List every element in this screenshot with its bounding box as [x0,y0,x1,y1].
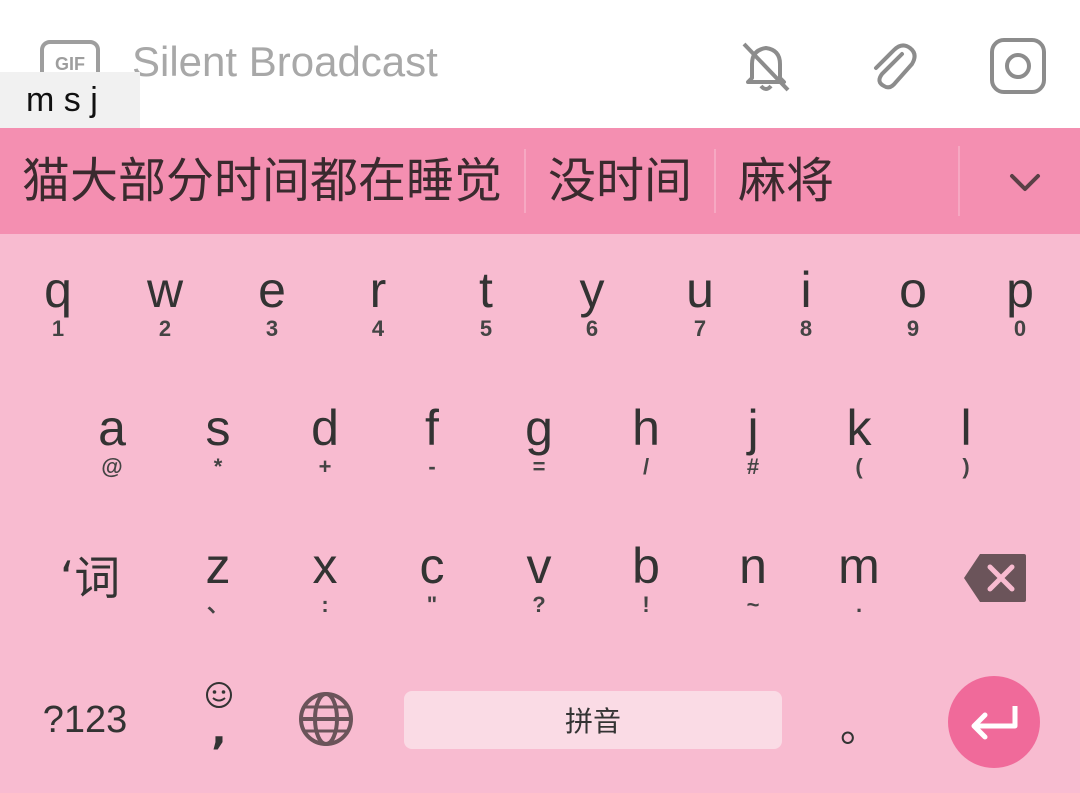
key-h[interactable]: h / [614,400,678,478]
key-l[interactable]: l) [934,400,998,478]
symbols-key[interactable]: ?123 [30,696,140,744]
bell-off-icon[interactable] [736,36,796,96]
key-n[interactable]: n ~ [721,538,785,616]
compose-bar: GIF Silent Broadcast m s j [0,0,1080,128]
key-b[interactable]: b! [614,538,678,616]
word-key[interactable]: ‘词 [40,550,140,606]
backspace-icon[interactable] [962,552,1028,604]
candidate-item[interactable]: 麻将 [716,128,856,234]
key-f[interactable]: f- [400,400,464,478]
key-x[interactable]: x: [293,538,357,616]
key-s[interactable]: s * [186,400,250,478]
key-a[interactable]: a @ [80,400,144,478]
candidate-bar: 猫大部分时间都在睡觉 没时间 麻将 [0,128,1080,234]
key-t[interactable]: t5 [454,262,518,340]
key-z[interactable]: z、 [186,538,250,616]
key-q[interactable]: q1 [26,262,90,340]
key-d[interactable]: d + [293,400,357,478]
key-m[interactable]: m. [827,538,891,616]
key-g[interactable]: g = [507,400,571,478]
key-i[interactable]: i8 [774,262,838,340]
candidate-item[interactable]: 没时间 [526,128,714,234]
camera-icon[interactable] [988,36,1048,96]
candidate-item[interactable]: 猫大部分时间都在睡觉 [0,128,524,234]
space-bar[interactable]: 拼音 [404,691,782,749]
chevron-down-icon[interactable] [1000,158,1050,208]
key-r[interactable]: r4 [346,262,410,340]
composition-text: m s j [0,72,140,128]
message-input[interactable]: Silent Broadcast [132,38,438,86]
emoji-comma-key[interactable]: , [194,680,244,754]
period-key[interactable]: 。 [830,704,890,752]
enter-icon [971,706,1018,740]
key-c[interactable]: c " [400,538,464,616]
comma-label: , [211,708,227,754]
enter-button[interactable] [948,676,1040,768]
key-y[interactable]: y6 [560,262,624,340]
key-e[interactable]: e3 [240,262,304,340]
key-k[interactable]: k( [827,400,891,478]
key-p[interactable]: p0 [988,262,1052,340]
keyboard: q1 w2 e3 r4 t5 y6 u7 i8 o9 p0 a @ s * d + f… [0,234,1080,793]
key-v[interactable]: v? [507,538,571,616]
globe-icon[interactable] [296,690,356,750]
paperclip-icon[interactable] [862,36,922,96]
key-o[interactable]: o9 [881,262,945,340]
key-j[interactable]: j # [721,400,785,478]
candidate-divider [958,146,960,216]
key-u[interactable]: u7 [668,262,732,340]
key-w[interactable]: w2 [133,262,197,340]
